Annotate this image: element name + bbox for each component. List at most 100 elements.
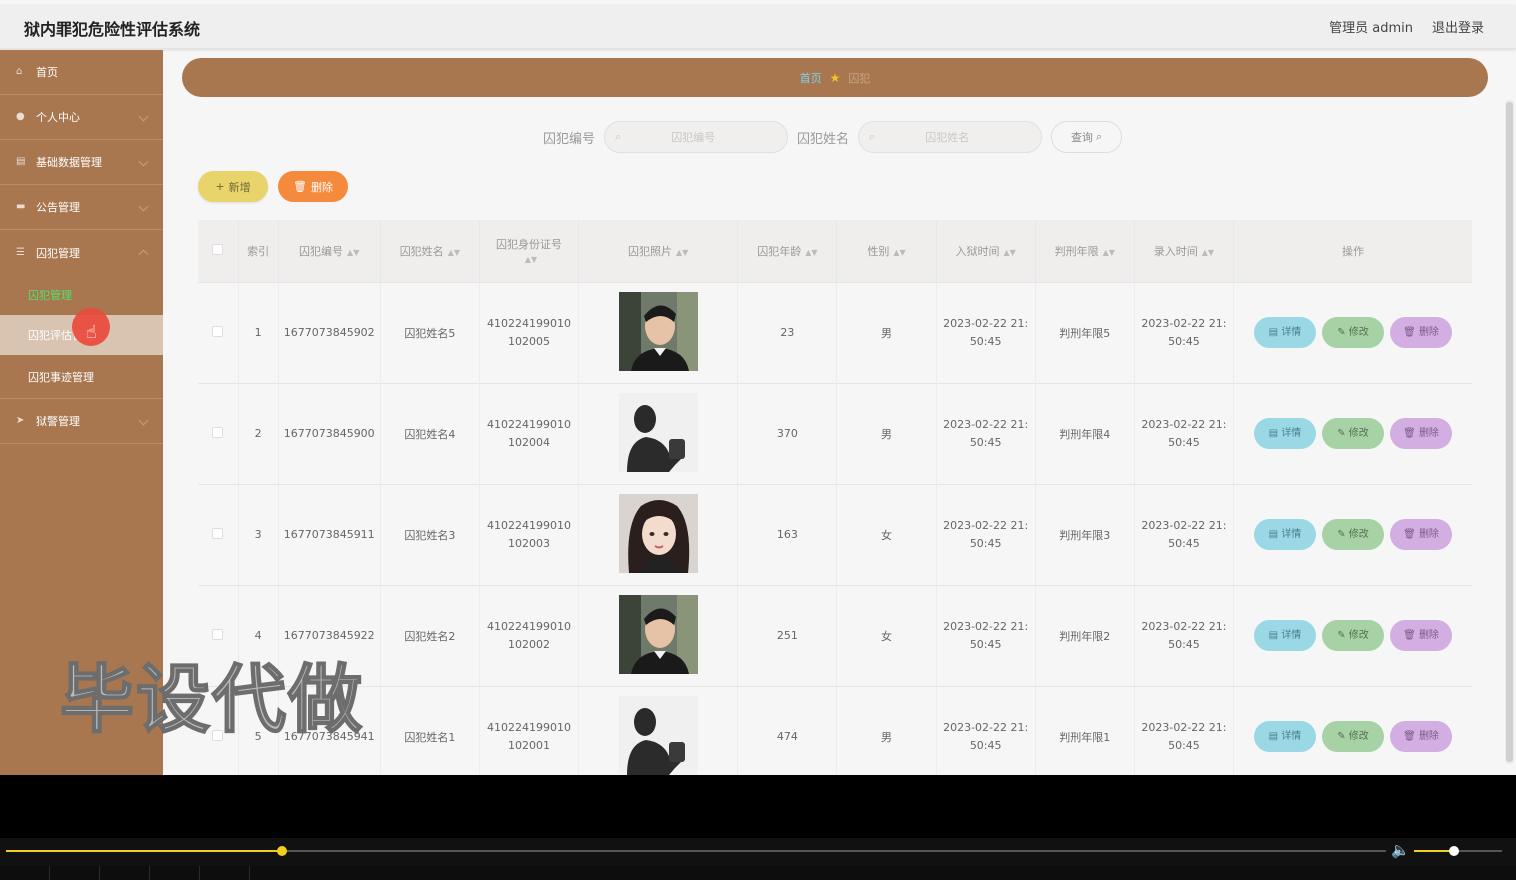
silhouette-photo[interactable] bbox=[618, 392, 698, 472]
search-input-code[interactable]: ⌕ 囚犯编号 bbox=[604, 121, 789, 153]
volume-icon[interactable]: 🔈 bbox=[1391, 841, 1410, 859]
col-term[interactable]: 判刑年限 ▲▼ bbox=[1035, 220, 1135, 282]
cell-gender: 女 bbox=[836, 483, 937, 585]
id-line-2: 102001 bbox=[507, 738, 550, 752]
batch-delete-button[interactable]: 🗑 删除 bbox=[278, 171, 348, 202]
sidebar-subitem-deeds[interactable]: 囚犯事迹管理 bbox=[0, 355, 163, 399]
edit-button[interactable]: ✎ 修改 bbox=[1322, 620, 1384, 651]
prisoner-table: 索引 囚犯编号 ▲▼ 囚犯姓名 ▲▼ 囚犯身份证号 ▲▼ 囚犯照片 ▲▼ 囚犯年龄 ▲▼ … bbox=[198, 220, 1472, 775]
man-photo[interactable] bbox=[618, 291, 698, 371]
cell-name: 囚犯姓名1 bbox=[380, 685, 480, 775]
delete-button[interactable]: 🗑 删除 bbox=[1390, 418, 1452, 449]
edit-button[interactable]: ✎ 修改 bbox=[1322, 721, 1384, 753]
pencil-icon: ✎ bbox=[1337, 327, 1349, 338]
control-slot[interactable] bbox=[100, 866, 150, 880]
scrollbar-thumb[interactable] bbox=[1506, 102, 1513, 762]
detail-label: 详情 bbox=[1281, 428, 1302, 439]
search-placeholder-name: 囚犯姓名 bbox=[925, 131, 970, 144]
id-line-1: 410224199010 bbox=[487, 619, 571, 633]
volume-knob[interactable] bbox=[1449, 846, 1459, 856]
col-record-label: 录入时间 bbox=[1153, 244, 1198, 258]
col-code[interactable]: 囚犯编号 ▲▼ bbox=[278, 220, 381, 282]
cell-age: 370 bbox=[737, 382, 838, 484]
sort-icon: ▲▼ bbox=[447, 247, 460, 257]
cell-term: 判刑年限3 bbox=[1035, 483, 1135, 585]
breadcrumb-home[interactable]: 首页 bbox=[800, 70, 822, 86]
cell-entry-time: 2023-02-22 21: 50:45 bbox=[936, 584, 1036, 686]
cell-record-time: 2023-02-22 21: 50:45 bbox=[1134, 483, 1235, 585]
logout-link[interactable]: 退出登录 bbox=[1432, 17, 1484, 36]
detail-button[interactable]: ▤ 详情 bbox=[1254, 620, 1316, 651]
record-line-2: 50:45 bbox=[1168, 738, 1200, 752]
pencil-icon: ✎ bbox=[1337, 630, 1349, 641]
entry-line-1: 2023-02-22 21: bbox=[943, 316, 1029, 330]
sidebar-item-guard[interactable]: ➤ 狱警管理 bbox=[0, 399, 163, 444]
control-slot[interactable] bbox=[150, 866, 200, 880]
chevron-down-icon bbox=[138, 111, 149, 122]
man-photo[interactable] bbox=[618, 594, 698, 674]
col-record-time[interactable]: 录入时间 ▲▼ bbox=[1134, 220, 1235, 282]
detail-button[interactable]: ▤ 详情 bbox=[1254, 317, 1316, 348]
woman-photo[interactable] bbox=[618, 493, 698, 573]
record-line-2: 50:45 bbox=[1168, 637, 1200, 651]
row-select-cell bbox=[198, 483, 239, 585]
col-name-label: 囚犯姓名 bbox=[399, 244, 444, 258]
detail-button[interactable]: ▤ 详情 bbox=[1254, 519, 1316, 550]
cell-photo bbox=[578, 382, 739, 484]
delete-button[interactable]: 🗑 删除 bbox=[1390, 620, 1452, 651]
edit-button[interactable]: ✎ 修改 bbox=[1322, 418, 1384, 449]
control-slot[interactable] bbox=[0, 866, 50, 880]
sidebar-item-profile[interactable]: ● 个人中心 bbox=[0, 95, 163, 140]
select-all-checkbox[interactable] bbox=[212, 243, 224, 255]
row-checkbox[interactable] bbox=[212, 325, 224, 337]
search-input-name[interactable]: ⌕ 囚犯姓名 bbox=[858, 121, 1043, 153]
cell-gender: 男 bbox=[836, 281, 937, 383]
cell-id-number: 410224199010 102001 bbox=[479, 685, 580, 775]
detail-button[interactable]: ▤ 详情 bbox=[1254, 721, 1316, 753]
edit-button[interactable]: ✎ 修改 bbox=[1322, 519, 1384, 550]
sidebar-item-home[interactable]: ⌂ 首页 bbox=[0, 50, 163, 95]
cell-photo bbox=[578, 483, 739, 585]
col-gender[interactable]: 性别 ▲▼ bbox=[836, 220, 937, 282]
detail-label: 详情 bbox=[1281, 529, 1302, 540]
progress-knob[interactable] bbox=[277, 846, 287, 856]
detail-button[interactable]: ▤ 详情 bbox=[1254, 418, 1316, 449]
notice-icon: ▬ bbox=[16, 201, 26, 212]
cell-name: 囚犯姓名2 bbox=[380, 584, 480, 686]
delete-button[interactable]: 🗑 删除 bbox=[1390, 721, 1452, 753]
detail-label: 详情 bbox=[1281, 327, 1302, 338]
cell-id-number: 410224199010 102003 bbox=[479, 483, 580, 585]
col-entry-label: 入狱时间 bbox=[955, 244, 1000, 258]
edit-button[interactable]: ✎ 修改 bbox=[1322, 317, 1384, 348]
col-index: 索引 bbox=[238, 220, 279, 282]
cell-actions: ▤ 详情 ✎ 修改 🗑 删除 bbox=[1233, 382, 1472, 484]
trash-icon: 🗑 bbox=[1403, 731, 1419, 743]
search-icon: ⌕ bbox=[1095, 130, 1103, 143]
col-id-number[interactable]: 囚犯身份证号 ▲▼ bbox=[479, 220, 580, 282]
sidebar-item-notice[interactable]: ▬ 公告管理 bbox=[0, 185, 163, 230]
col-name[interactable]: 囚犯姓名 ▲▼ bbox=[380, 220, 480, 282]
query-button[interactable]: 查询 ⌕ bbox=[1051, 121, 1123, 153]
col-entry-time[interactable]: 入狱时间 ▲▼ bbox=[936, 220, 1036, 282]
delete-button[interactable]: 🗑 删除 bbox=[1390, 519, 1452, 550]
row-checkbox[interactable] bbox=[212, 628, 224, 640]
cell-term: 判刑年限1 bbox=[1035, 685, 1135, 775]
sidebar-subitem-prisoner[interactable]: 囚犯管理 bbox=[0, 275, 163, 315]
control-slot[interactable] bbox=[50, 866, 100, 880]
col-photo[interactable]: 囚犯照片 ▲▼ bbox=[578, 220, 739, 282]
home-icon: ⌂ bbox=[16, 66, 23, 77]
list-icon: ☰ bbox=[16, 246, 25, 258]
cell-actions: ▤ 详情 ✎ 修改 🗑 删除 bbox=[1233, 584, 1472, 686]
col-age[interactable]: 囚犯年龄 ▲▼ bbox=[737, 220, 838, 282]
silhouette-photo[interactable] bbox=[618, 695, 698, 775]
control-slot[interactable] bbox=[200, 866, 250, 880]
add-button[interactable]: + 新增 bbox=[198, 171, 268, 202]
sidebar-item-prisoner[interactable]: ☰ 囚犯管理 bbox=[0, 230, 163, 275]
sidebar-item-basic-data[interactable]: ▤ 基础数据管理 bbox=[0, 140, 163, 185]
player-controls bbox=[0, 866, 1516, 880]
sort-icon: ▲▼ bbox=[347, 247, 360, 257]
row-checkbox[interactable] bbox=[212, 426, 224, 438]
row-checkbox[interactable] bbox=[212, 527, 224, 539]
user-icon: ● bbox=[16, 111, 25, 122]
delete-button[interactable]: 🗑 删除 bbox=[1390, 317, 1452, 348]
